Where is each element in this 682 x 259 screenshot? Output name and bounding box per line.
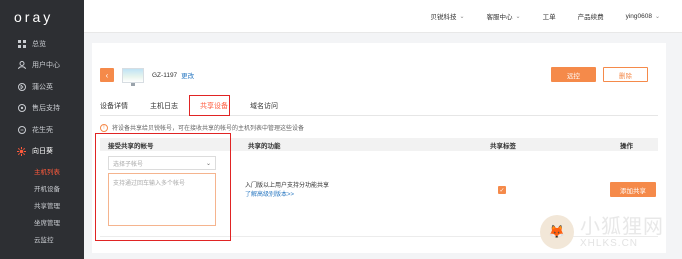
back-button[interactable]: ‹ — [100, 68, 114, 82]
chevron-down-icon: ⌄ — [654, 13, 660, 20]
share-notice: ! 将设备共享给贝锐帐号，可在接收共享的帐号的主机列表中管理这些设备 — [100, 123, 304, 132]
warning-icon: ! — [100, 123, 108, 132]
sidebar: oray 总览 用户中心 蒲公英 售后支持 花生壳 向日葵 主机列表 开机设备 … — [0, 0, 84, 259]
tab-host-log[interactable]: 主机日志 — [150, 101, 178, 115]
sidebar-item-overview[interactable]: 总览 — [0, 33, 84, 55]
chevron-down-icon: ⌄ — [515, 13, 521, 20]
highlight-frame-account — [95, 133, 231, 241]
sidebar-item-support[interactable]: 售后支持 — [0, 98, 84, 120]
sidebar-subitem-boot-device[interactable]: 开机设备 — [0, 179, 84, 196]
column-header-tags: 共享标签 — [490, 142, 516, 150]
host-thumbnail — [122, 67, 144, 86]
sidebar-item-label: 向日葵 — [32, 148, 53, 156]
sunflower-icon — [17, 146, 26, 156]
host-header: ‹ GZ-1197 更改 远控 删除 — [100, 67, 658, 86]
chevron-down-icon: ⌄ — [459, 13, 465, 20]
pricing-link[interactable]: 产品续费 — [578, 11, 604, 21]
company-menu[interactable]: 贝锐科技 ⌄ — [431, 11, 465, 22]
share-tag-checkbox[interactable]: ✓ — [498, 186, 506, 194]
grid-icon — [17, 39, 26, 48]
sidebar-subitem-cloud-monitor[interactable]: 云监控 — [0, 230, 84, 247]
tab-bar: 设备详情 主机日志 共享设备 域名访问 — [100, 95, 658, 116]
fox-logo-icon: 🦊 — [540, 215, 574, 249]
sidebar-item-phddns[interactable]: 花生壳 — [0, 119, 84, 141]
delete-button[interactable]: 删除 — [603, 67, 648, 82]
tickets-link[interactable]: 工单 — [543, 11, 556, 21]
tab-domain-access[interactable]: 域名访问 — [250, 101, 278, 115]
sidebar-item-label: 蒲公英 — [32, 83, 53, 91]
peanut-icon — [17, 125, 26, 134]
feature-description: 入门版以上用户支持分功能共享 了解高级别版本>> — [245, 183, 330, 200]
column-header-actions: 操作 — [620, 142, 633, 150]
add-share-button[interactable]: 添加共享 — [610, 182, 656, 197]
sidebar-item-label: 售后支持 — [32, 105, 60, 113]
support-icon — [17, 104, 26, 113]
highlight-frame-tab — [189, 95, 230, 116]
tab-device-details[interactable]: 设备详情 — [100, 101, 128, 115]
sidebar-item-label: 花生壳 — [32, 126, 53, 134]
sidebar-subitem-host-list[interactable]: 主机列表 — [0, 162, 84, 179]
logo[interactable]: oray — [0, 0, 84, 33]
watermark: 🦊 小狐狸网 XHLKS.CN — [540, 207, 680, 257]
host-name: GZ-1197 — [152, 71, 178, 79]
edit-host-name-link[interactable]: 更改 — [181, 70, 194, 80]
bluetooth-icon — [17, 82, 26, 91]
chevron-left-icon: ‹ — [105, 70, 109, 80]
sidebar-item-label: 用户中心 — [32, 62, 60, 70]
user-menu[interactable]: ying0608 ⌄ — [626, 13, 660, 20]
sidebar-item-pgy[interactable]: 蒲公英 — [0, 76, 84, 98]
user-icon — [17, 61, 26, 70]
sidebar-item-sunlogin[interactable]: 向日葵 — [0, 141, 84, 163]
watermark-en: XHLKS.CN — [580, 237, 639, 249]
service-menu[interactable]: 客服中心 ⌄ — [487, 11, 521, 22]
topbar: 贝锐科技 ⌄ 客服中心 ⌄ 工单 产品续费 ying0608 ⌄ — [84, 0, 682, 33]
sidebar-subitem-seat-manage[interactable]: 坐席管理 — [0, 213, 84, 230]
upgrade-info-link[interactable]: 了解高级别版本>> — [245, 191, 329, 200]
sidebar-item-user-center[interactable]: 用户中心 — [0, 55, 84, 77]
watermark-cn: 小狐狸网 — [580, 215, 664, 238]
sidebar-subitem-share-manage[interactable]: 共享管理 — [0, 196, 84, 213]
sidebar-item-label: 总览 — [32, 40, 46, 48]
column-header-features: 共享的功能 — [248, 142, 281, 150]
remote-control-button[interactable]: 远控 — [551, 67, 596, 82]
